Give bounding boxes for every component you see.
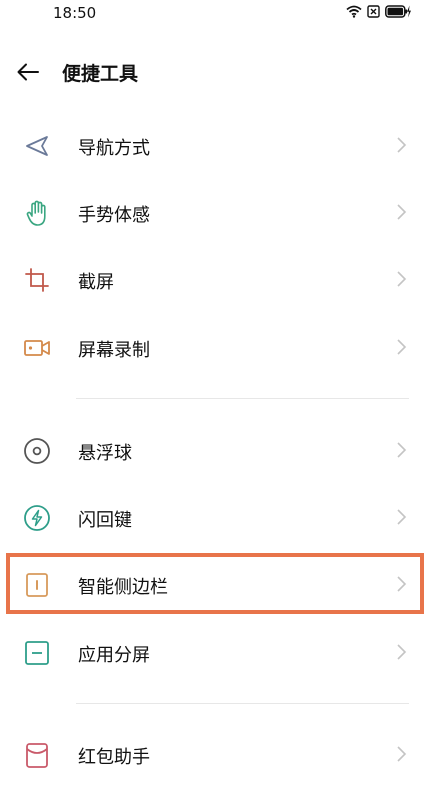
chevron-right-icon — [397, 644, 407, 660]
crop-icon — [25, 268, 49, 292]
section-divider — [76, 703, 409, 704]
chevron-right-icon — [397, 271, 407, 287]
list-item-label: 手势体感 — [78, 205, 150, 226]
list-item-label: 应用分屏 — [78, 645, 150, 666]
list-item-floating-ball[interactable]: 悬浮球 — [0, 418, 433, 482]
video-record-icon — [24, 340, 50, 356]
chevron-right-icon — [397, 137, 407, 153]
list-item-screen-record[interactable]: 屏幕录制 — [0, 315, 433, 379]
section-divider — [76, 398, 409, 399]
back-arrow-icon[interactable] — [14, 58, 42, 86]
selection-highlight — [6, 553, 424, 614]
wifi-icon — [346, 5, 362, 18]
status-bar: 18:50 — [0, 0, 433, 26]
list-item-label: 红包助手 — [78, 747, 150, 768]
chevron-right-icon — [397, 204, 407, 220]
list-item-label: 导航方式 — [78, 138, 150, 159]
no-sim-icon — [367, 5, 380, 18]
list-item-label: 屏幕录制 — [78, 340, 150, 361]
list-item-screenshot[interactable]: 截屏 — [0, 247, 433, 311]
chevron-right-icon — [397, 339, 407, 355]
split-screen-icon — [25, 641, 49, 665]
chevron-right-icon — [397, 442, 407, 458]
list-item-navigation[interactable]: 导航方式 — [0, 113, 433, 177]
list-item-label: 悬浮球 — [78, 443, 132, 464]
chevron-right-icon — [397, 509, 407, 525]
battery-icon — [385, 5, 411, 18]
gesture-hand-icon — [26, 200, 46, 226]
list-item-gesture[interactable]: 手势体感 — [0, 180, 433, 244]
list-item-label: 截屏 — [78, 272, 114, 293]
header: 便捷工具 — [0, 50, 433, 96]
floating-ball-icon — [24, 438, 50, 464]
red-envelope-icon — [26, 743, 48, 768]
list-item-red-envelope[interactable]: 红包助手 — [0, 722, 433, 786]
navigation-icon — [26, 136, 48, 156]
flash-back-icon — [24, 505, 50, 531]
status-icons — [346, 5, 411, 18]
page-title: 便捷工具 — [62, 63, 139, 85]
status-time: 18:50 — [53, 4, 97, 22]
list-item-label: 闪回键 — [78, 510, 132, 531]
chevron-right-icon — [397, 746, 407, 762]
list-item-split-screen[interactable]: 应用分屏 — [0, 620, 433, 684]
list-item-flash-back[interactable]: 闪回键 — [0, 485, 433, 549]
